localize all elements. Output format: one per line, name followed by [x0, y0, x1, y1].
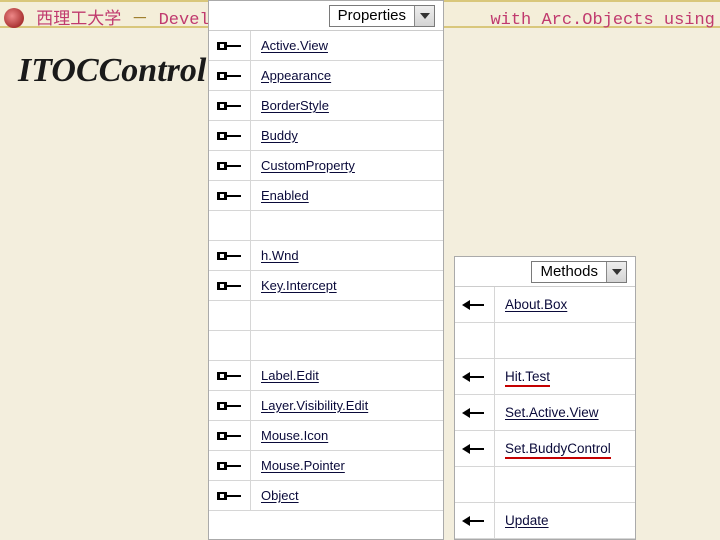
method-row[interactable]: Hit.Test: [455, 359, 635, 395]
property-label: CustomProperty: [251, 158, 443, 173]
property-icon-cell: [209, 61, 251, 90]
property-label: Appearance: [251, 68, 443, 83]
methods-combo-label: Methods: [532, 263, 606, 280]
methods-panel-head: Methods: [455, 257, 635, 287]
method-icon-cell: [455, 467, 495, 502]
method-icon-cell: [455, 359, 495, 394]
property-row[interactable]: Appearance: [209, 61, 443, 91]
property-icon-cell: [209, 361, 251, 390]
method-label: About.Box: [495, 297, 635, 312]
method-icon: [462, 406, 488, 420]
method-icon: [462, 298, 488, 312]
property-row[interactable]: CustomProperty: [209, 151, 443, 181]
dash: －: [131, 11, 148, 30]
properties-panel-head: Properties: [209, 1, 443, 31]
property-icon: [217, 429, 243, 443]
chevron-down-icon: [606, 262, 626, 282]
property-label: Active.View: [251, 38, 443, 53]
property-row[interactable]: h.Wnd: [209, 241, 443, 271]
method-icon-cell: [455, 395, 495, 430]
property-row: [209, 301, 443, 331]
method-label: Hit.Test: [495, 369, 635, 384]
property-label: h.Wnd: [251, 248, 443, 263]
method-row[interactable]: Set.BuddyControl: [455, 431, 635, 467]
property-icon-cell: [209, 151, 251, 180]
property-icon-cell: [209, 91, 251, 120]
property-row[interactable]: Key.Intercept: [209, 271, 443, 301]
property-row[interactable]: Mouse.Icon: [209, 421, 443, 451]
property-icon-cell: [209, 241, 251, 270]
property-row[interactable]: Label.Edit: [209, 361, 443, 391]
property-icon-cell: [209, 301, 251, 330]
property-row: [209, 211, 443, 241]
property-icon-cell: [209, 211, 251, 240]
method-label: Set.Active.View: [495, 405, 635, 420]
property-row[interactable]: Mouse.Pointer: [209, 451, 443, 481]
property-label: Mouse.Icon: [251, 428, 443, 443]
properties-combo-label: Properties: [330, 7, 414, 24]
property-icon: [217, 189, 243, 203]
property-icon-cell: [209, 181, 251, 210]
course-title-right: with Arc.Objects using C#. NET: [490, 11, 720, 30]
property-icon: [217, 99, 243, 113]
property-label: Buddy: [251, 128, 443, 143]
property-label: Key.Intercept: [251, 278, 443, 293]
property-icon-cell: [209, 391, 251, 420]
method-icon-cell: [455, 503, 495, 538]
property-icon: [217, 39, 243, 53]
property-label: Label.Edit: [251, 368, 443, 383]
property-label: Mouse.Pointer: [251, 458, 443, 473]
property-row[interactable]: Layer.Visibility.Edit: [209, 391, 443, 421]
property-icon: [217, 249, 243, 263]
method-label: Update: [495, 513, 635, 528]
property-row[interactable]: Active.View: [209, 31, 443, 61]
property-row[interactable]: BorderStyle: [209, 91, 443, 121]
property-label: BorderStyle: [251, 98, 443, 113]
chevron-down-icon: [414, 6, 434, 26]
property-icon: [217, 129, 243, 143]
method-row: [455, 467, 635, 503]
properties-combo[interactable]: Properties: [329, 5, 435, 27]
property-icon: [217, 69, 243, 83]
property-icon-cell: [209, 271, 251, 300]
properties-panel: Properties Active.View Appearance BorderSt…: [208, 0, 444, 540]
method-icon-cell: [455, 431, 495, 466]
property-icon-cell: [209, 331, 251, 360]
method-icon: [462, 514, 488, 528]
method-icon: [462, 370, 488, 384]
methods-panel: Methods About.Box Hit.Test Set.Active.View…: [454, 256, 636, 540]
property-icon-cell: [209, 451, 251, 480]
method-row[interactable]: Update: [455, 503, 635, 539]
property-icon: [217, 369, 243, 383]
method-row[interactable]: Set.Active.View: [455, 395, 635, 431]
property-icon-cell: [209, 421, 251, 450]
property-icon-cell: [209, 481, 251, 510]
property-label: Object: [251, 488, 443, 503]
method-icon-cell: [455, 323, 495, 358]
method-label: Set.BuddyControl: [495, 441, 635, 456]
property-row[interactable]: Enabled: [209, 181, 443, 211]
property-row[interactable]: Object: [209, 481, 443, 511]
property-label: Layer.Visibility.Edit: [251, 398, 443, 413]
method-row[interactable]: About.Box: [455, 287, 635, 323]
property-icon: [217, 489, 243, 503]
university-name: 西理工大学: [36, 11, 121, 30]
university-logo: [4, 8, 24, 28]
property-icon: [217, 279, 243, 293]
method-icon-cell: [455, 287, 495, 322]
methods-combo[interactable]: Methods: [531, 261, 627, 283]
property-row: [209, 331, 443, 361]
property-label: Enabled: [251, 188, 443, 203]
property-row[interactable]: Buddy: [209, 121, 443, 151]
method-icon: [462, 442, 488, 456]
property-icon: [217, 459, 243, 473]
property-icon-cell: [209, 121, 251, 150]
page-title: ITOCControl: [18, 52, 206, 90]
method-row: [455, 323, 635, 359]
property-icon: [217, 399, 243, 413]
property-icon-cell: [209, 31, 251, 60]
property-icon: [217, 159, 243, 173]
